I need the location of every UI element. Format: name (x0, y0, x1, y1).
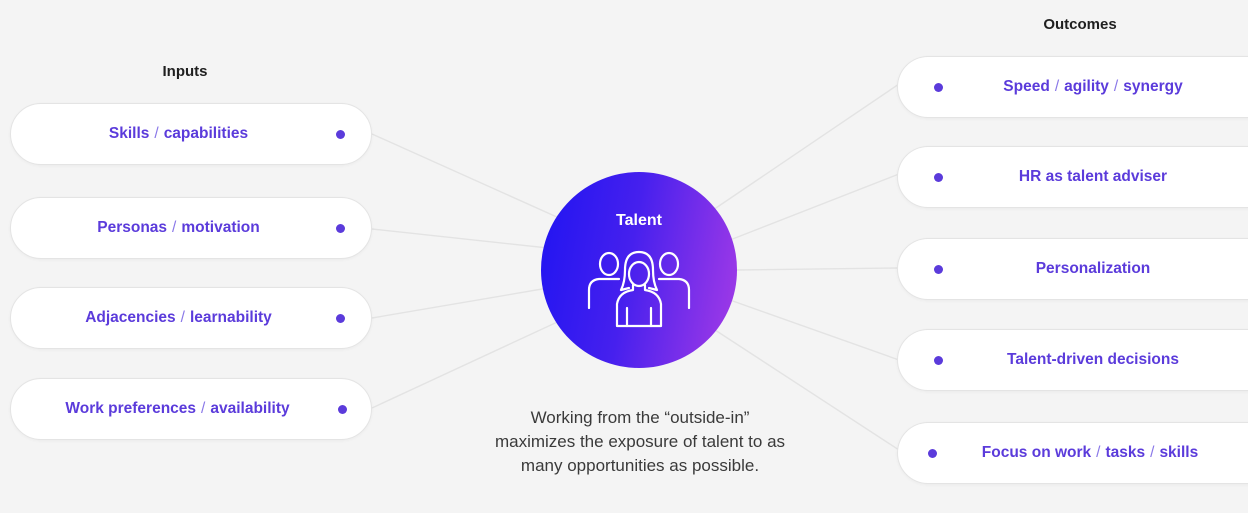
input-item-personas: Personas / motivation (10, 197, 372, 259)
outcomes-heading: Outcomes (1043, 16, 1117, 33)
hub-title: Talent (616, 212, 662, 229)
input-item-label: Work preferences (65, 400, 197, 417)
outcome-item-label: HR as talent adviser (1018, 168, 1168, 185)
bullet-dot-icon (934, 172, 943, 182)
input-item-label: Personas (97, 219, 168, 236)
input-item-adjacencies: Adjacencies / learnability (10, 287, 372, 349)
input-item-label: learnability (189, 309, 272, 326)
slash-separator: / (1150, 444, 1155, 461)
outcome-item-label: Talent-driven decisions (1007, 351, 1179, 368)
input-item-label: motivation (181, 219, 260, 236)
outcome-item-talent-driven: Talent-driven decisions (897, 329, 1248, 391)
outcome-item-label: tasks (1105, 444, 1146, 461)
bullet-dot-icon (934, 355, 943, 365)
connector-line (371, 317, 567, 409)
input-item-label: Skills (108, 125, 150, 142)
connector-line (709, 83, 900, 213)
bullet-dot-icon (934, 82, 943, 92)
bullet-dot-icon (336, 313, 345, 323)
slash-separator: / (1096, 444, 1101, 461)
explanatory-note: Working from the “outside-in” maximizes … (494, 408, 786, 475)
outcome-item-focus: Focus on work / tasks / skills (897, 422, 1248, 484)
slash-separator: / (1113, 78, 1119, 95)
outcome-item-label: Speed (1003, 78, 1050, 95)
outcome-item-label: Focus on work (981, 444, 1092, 461)
outcome-item-label: skills (1159, 444, 1199, 461)
outcome-item-personalization: Personalization (897, 238, 1248, 300)
slash-separator: / (172, 219, 177, 236)
outcome-item-hr-adviser: HR as talent adviser (897, 146, 1248, 208)
inputs-heading: Inputs (162, 63, 208, 80)
input-item-label: Adjacencies (85, 309, 176, 326)
input-item-label: availability (210, 400, 290, 417)
input-item-skills: Skills / capabilities (10, 103, 372, 165)
slash-separator: / (201, 400, 206, 417)
input-item-label: capabilities (163, 125, 249, 142)
people-group-icon (587, 250, 691, 328)
bullet-dot-icon (928, 448, 937, 458)
connector-line (371, 133, 569, 223)
connector-line (371, 228, 549, 249)
connector-line (736, 267, 900, 271)
bullet-dot-icon (934, 264, 943, 274)
connector-line (729, 299, 900, 361)
slash-separator: / (154, 125, 159, 142)
connector-line (729, 173, 900, 241)
talent-hub: Talent (541, 172, 737, 368)
bullet-dot-icon (336, 129, 345, 139)
bullet-dot-icon (336, 223, 345, 233)
bullet-dot-icon (338, 404, 347, 414)
connector-line (371, 287, 549, 319)
slash-separator: / (1054, 78, 1060, 95)
slash-separator: / (180, 309, 185, 326)
input-item-work-preferences: Work preferences / availability (10, 378, 372, 440)
outcome-item-label: synergy (1123, 78, 1183, 95)
outcome-item-label: agility (1064, 78, 1109, 95)
outcome-item-speed: Speed / agility / synergy (897, 56, 1248, 118)
outcome-item-label: Personalization (1035, 260, 1151, 277)
